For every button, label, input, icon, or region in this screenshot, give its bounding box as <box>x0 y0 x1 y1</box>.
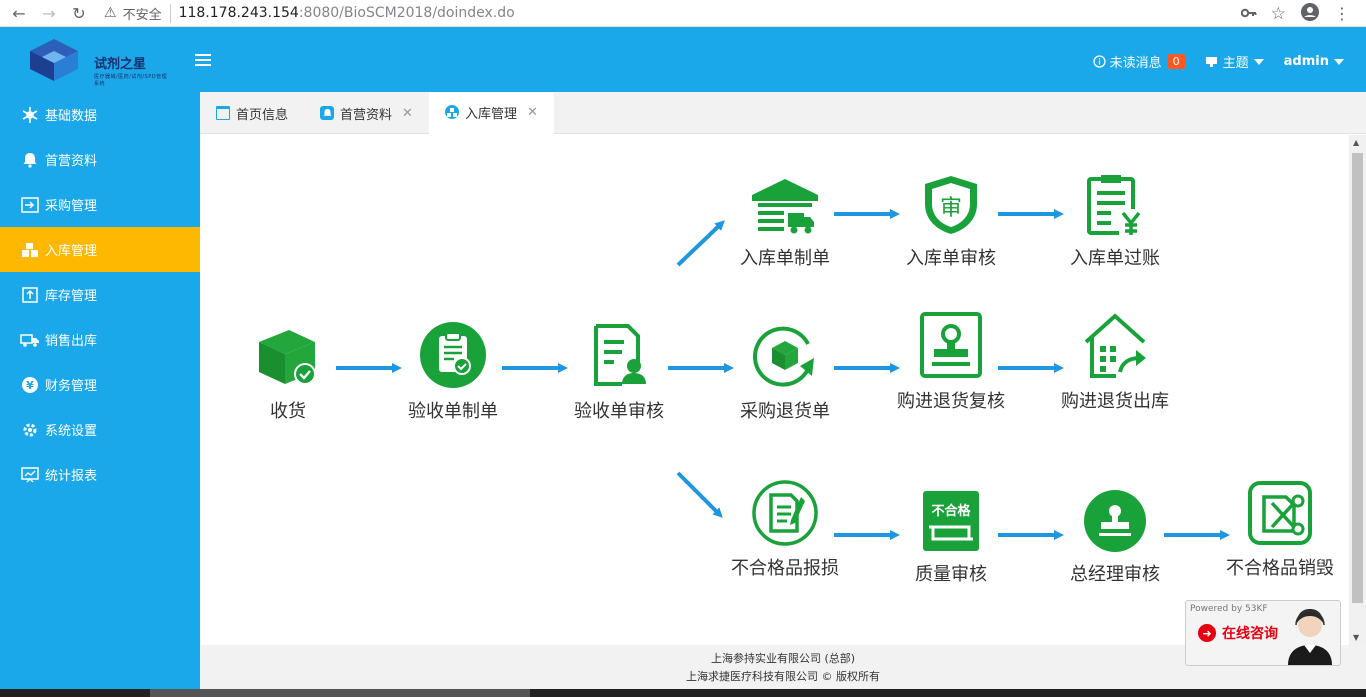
bell-icon <box>320 106 335 120</box>
window-icon <box>216 106 230 120</box>
tab-bar: 首页信息 首营资料 ✕ 入库管理 ✕ <box>200 92 1366 134</box>
boxes-icon <box>444 105 459 119</box>
flow-arrows <box>336 209 1230 540</box>
sidebar-item-label: 系统设置 <box>45 424 98 439</box>
sidebar-item-label: 统计报表 <box>45 469 98 484</box>
sidebar: 基础数据 首营资料 采购管理 入库管理 库存管理 销售出库 ¥ 财务管理 系统设… <box>0 92 200 697</box>
sidebar-item-purchase[interactable]: 采购管理 <box>0 182 200 227</box>
tab-stockin[interactable]: 入库管理 ✕ <box>428 92 554 134</box>
boxes-icon <box>20 240 40 260</box>
sidebar-item-label: 首营资料 <box>45 154 98 169</box>
logo-subtitle: 医疗器械/医药/试剂/SPD管理系统 <box>94 74 168 87</box>
theme-menu[interactable]: 主题 <box>1205 52 1264 71</box>
key-icon[interactable] <box>1240 6 1257 22</box>
menu-toggle-icon[interactable] <box>195 54 211 66</box>
tab-label: 入库管理 <box>464 106 517 122</box>
sidebar-item-settings[interactable]: 系统设置 <box>0 407 200 452</box>
svg-text:¥: ¥ <box>26 379 34 392</box>
sidebar-item-inventory[interactable]: 库存管理 <box>0 272 200 317</box>
unread-messages[interactable]: 未读消息 0 <box>1092 52 1185 71</box>
sidebar-item-label: 基础数据 <box>45 109 98 124</box>
sidebar-item-label: 财务管理 <box>45 379 98 394</box>
close-icon[interactable]: ✕ <box>402 106 413 121</box>
close-icon[interactable]: ✕ <box>527 105 538 120</box>
theme-icon <box>1205 56 1217 67</box>
logo-cube-icon <box>30 39 78 81</box>
tab-label: 首营资料 <box>340 107 393 123</box>
chat-powered-label: Powered by 53KF <box>1190 604 1268 614</box>
security-label: 不安全 <box>123 3 171 23</box>
snowflake-icon <box>20 105 40 125</box>
sidebar-item-first-business[interactable]: 首营资料 <box>0 137 200 182</box>
vertical-scrollbar[interactable]: ▲ ▼ <box>1349 135 1366 645</box>
menu-dots-icon[interactable]: ⋮ <box>1334 4 1350 23</box>
logo-title: 试剂之星 <box>94 57 147 72</box>
url-path: :8080/BioSCM2018/doindex.do <box>298 5 515 21</box>
chat-label: 在线咨询 <box>1222 626 1278 642</box>
agent-avatar-icon <box>1288 609 1332 665</box>
tab-label: 首页信息 <box>236 107 289 123</box>
gear-icon <box>20 420 40 440</box>
sidebar-item-stockin[interactable]: 入库管理 <box>0 227 200 272</box>
tab-first-business[interactable]: 首营资料 ✕ <box>304 92 429 134</box>
yen-icon: ¥ <box>20 375 40 395</box>
chat-button[interactable]: ➜ 在线咨询 <box>1198 623 1278 643</box>
scroll-down-icon[interactable]: ▼ <box>1353 633 1359 642</box>
sidebar-item-label: 销售出库 <box>45 334 98 349</box>
star-icon[interactable]: ☆ <box>1271 4 1286 24</box>
address-bar[interactable]: ⚠ 不安全 118.178.243.154:8080/BioSCM2018/do… <box>104 0 515 27</box>
flow-diagram: 收货 验收单制单 验收单审核 采购退货单 购进退货复核 购进退货出库 入库单制单… <box>200 135 1349 645</box>
login-icon <box>20 195 40 215</box>
info-icon <box>1092 55 1106 68</box>
sidebar-item-label: 入库管理 <box>45 244 98 259</box>
footer-line-2: 上海求捷医疗科技有限公司 © 版权所有 <box>686 670 880 683</box>
theme-label: 主题 <box>1222 56 1249 71</box>
sidebar-item-label: 库存管理 <box>45 289 98 304</box>
sidebar-item-basic-data[interactable]: 基础数据 <box>0 92 200 137</box>
app-header: 试剂之星 医疗器械/医药/试剂/SPD管理系统 未读消息 0 主题 admin <box>0 27 1366 92</box>
user-label: admin <box>1283 54 1329 69</box>
account-icon[interactable] <box>1300 2 1320 26</box>
upload-icon <box>20 285 40 305</box>
logo: 试剂之星 医疗器械/医药/试剂/SPD管理系统 <box>22 33 172 87</box>
board-icon <box>20 465 40 485</box>
warning-icon: ⚠ <box>104 5 117 21</box>
caret-down-icon <box>1334 58 1344 65</box>
truck-icon <box>20 330 40 350</box>
taskbar-item <box>150 689 530 697</box>
reload-icon[interactable]: ↻ <box>68 2 90 24</box>
tab-home[interactable]: 首页信息 <box>200 92 304 134</box>
url-host: 118.178.243.154 <box>178 5 299 21</box>
chat-arrow-icon: ➜ <box>1198 624 1216 642</box>
scroll-up-icon[interactable]: ▲ <box>1353 138 1359 147</box>
scroll-thumb[interactable] <box>1352 153 1363 603</box>
user-menu[interactable]: admin <box>1284 54 1344 69</box>
unread-label: 未读消息 <box>1109 56 1162 71</box>
unread-badge: 0 <box>1167 54 1185 69</box>
sidebar-item-label: 采购管理 <box>45 199 98 214</box>
caret-down-icon <box>1253 58 1264 65</box>
forward-icon[interactable]: → <box>38 2 60 24</box>
bell-icon <box>20 150 40 170</box>
sidebar-item-sales-out[interactable]: 销售出库 <box>0 317 200 362</box>
sidebar-item-reports[interactable]: 统计报表 <box>0 452 200 497</box>
browser-bar: ← → ↻ ⚠ 不安全 118.178.243.154:8080/BioSCM2… <box>0 0 1366 27</box>
online-chat-widget[interactable]: Powered by 53KF ➜ 在线咨询 <box>1185 600 1341 666</box>
sidebar-item-finance[interactable]: ¥ 财务管理 <box>0 362 200 407</box>
taskbar <box>0 689 1366 697</box>
back-icon[interactable]: ← <box>8 2 30 24</box>
